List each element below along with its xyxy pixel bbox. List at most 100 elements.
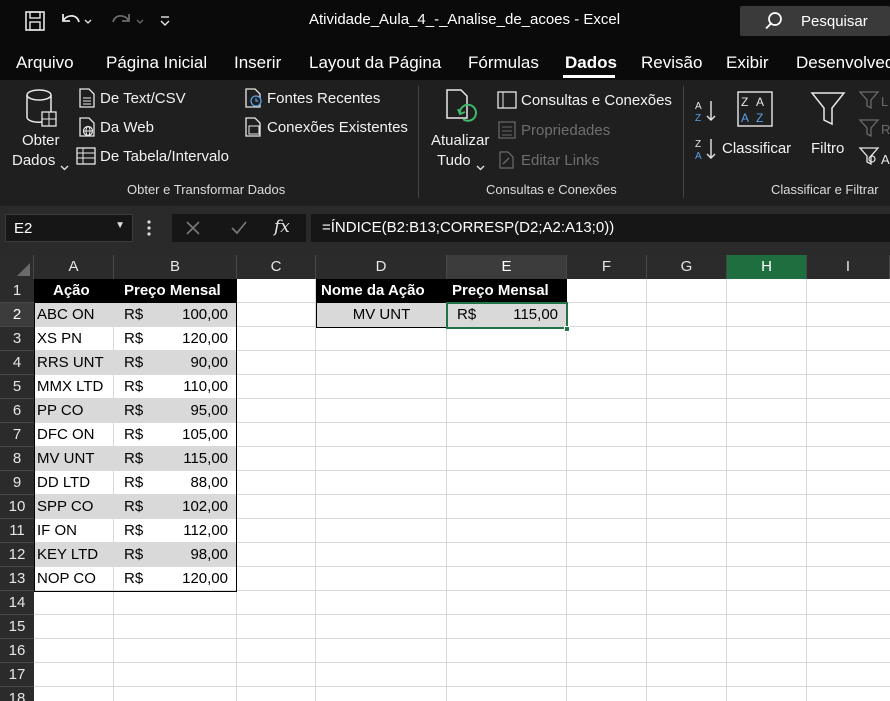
from-web-button[interactable]: Da Web <box>78 117 238 139</box>
table-icon <box>76 147 96 170</box>
table-cell-preco[interactable]: 100,00 <box>164 303 237 327</box>
header-preco-mensal[interactable]: Preço Mensal <box>114 279 237 303</box>
column-header-b[interactable]: B <box>114 255 237 279</box>
column-header-a[interactable]: A <box>34 255 114 279</box>
row-header-18[interactable]: 18 <box>0 687 34 701</box>
insert-function-icon[interactable]: fx <box>274 217 290 237</box>
column-header-g[interactable]: G <box>647 255 727 279</box>
table-cell-acao[interactable]: XS PN <box>34 327 114 351</box>
column-header-c[interactable]: C <box>237 255 316 279</box>
table-cell-preco[interactable]: 102,00 <box>164 495 237 519</box>
row-header-2[interactable]: 2 <box>0 303 34 327</box>
svg-text:A: A <box>695 151 702 162</box>
table-cell-acao[interactable]: MV UNT <box>34 447 114 471</box>
table-cell-preco[interactable]: 90,00 <box>164 351 237 375</box>
filter-button[interactable]: Filtro <box>806 88 854 168</box>
row-header-4[interactable]: 4 <box>0 351 34 375</box>
row-header-10[interactable]: 10 <box>0 495 34 519</box>
row-header-17[interactable]: 17 <box>0 663 34 687</box>
formula-input[interactable]: =ÍNDICE(B2:B13;CORRESP(D2;A2:A13;0)) <box>311 214 890 242</box>
header-acao[interactable]: Ação <box>34 279 114 303</box>
customize-qat-icon[interactable] <box>156 8 174 34</box>
get-data-button[interactable]: Obter Dados <box>8 86 72 178</box>
name-box[interactable]: E2 ▼ <box>5 214 133 242</box>
select-all-corner[interactable] <box>0 255 34 279</box>
cancel-icon[interactable] <box>185 220 201 241</box>
table-cell-acao[interactable]: DFC ON <box>34 423 114 447</box>
tab-dados[interactable]: Dados <box>565 53 617 73</box>
table-cell-acao[interactable]: DD LTD <box>34 471 114 495</box>
row-header-16[interactable]: 16 <box>0 639 34 663</box>
enter-icon[interactable] <box>230 220 248 241</box>
table-cell-preco[interactable]: 110,00 <box>164 375 237 399</box>
table-cell-preco[interactable]: 112,00 <box>164 519 237 543</box>
tab-desenvolvedor[interactable]: Desenvolved <box>796 53 890 73</box>
redo-icon[interactable] <box>106 8 146 34</box>
sort-button[interactable]: ZAAZ Classificar <box>720 88 792 168</box>
table-cell-acao[interactable]: IF ON <box>34 519 114 543</box>
row-header-1[interactable]: 1 <box>0 279 34 303</box>
fill-handle[interactable] <box>564 326 570 332</box>
row-header-6[interactable]: 6 <box>0 399 34 423</box>
tab-pagina-inicial[interactable]: Página Inicial <box>106 53 207 73</box>
table-cell-acao[interactable]: ABC ON <box>34 303 114 327</box>
existing-connections-button[interactable]: Conexões Existentes <box>244 117 414 139</box>
row-header-9[interactable]: 9 <box>0 471 34 495</box>
row-header-12[interactable]: 12 <box>0 543 34 567</box>
column-header-i[interactable]: I <box>807 255 890 279</box>
search-box[interactable]: Pesquisar <box>740 6 890 36</box>
table-cell-preco[interactable]: 115,00 <box>164 447 237 471</box>
from-table-button[interactable]: De Tabela/Intervalo <box>76 146 246 168</box>
queries-connections-button[interactable]: Consultas e Conexões <box>497 90 677 112</box>
column-header-h[interactable]: H <box>727 255 807 279</box>
table-cell-preco[interactable]: 95,00 <box>164 399 237 423</box>
tab-revisao[interactable]: Revisão <box>641 53 702 73</box>
table-cell-preco[interactable]: 88,00 <box>164 471 237 495</box>
text-csv-button[interactable]: De Text/CSV <box>78 88 238 110</box>
refresh-all-button[interactable]: Atualizar Tudo <box>426 86 496 178</box>
clear-filter-icon[interactable]: LRA <box>858 88 890 173</box>
sort-ascending-icon[interactable]: AZ <box>694 98 718 129</box>
active-tab-indicator <box>563 75 615 78</box>
header-preco-mensal-2[interactable]: Preço Mensal <box>447 279 567 303</box>
cell-d2-nome-da-acao[interactable]: MV UNT <box>316 303 447 327</box>
header-nome-da-acao[interactable]: Nome da Ação <box>316 279 447 303</box>
edit-links-button[interactable]: Editar Links <box>497 150 637 172</box>
queries-connections-icon <box>497 91 517 114</box>
tab-arquivo[interactable]: Arquivo <box>16 53 74 73</box>
row-header-14[interactable]: 14 <box>0 591 34 615</box>
row-header-3[interactable]: 3 <box>0 327 34 351</box>
tab-exibir[interactable]: Exibir <box>726 53 769 73</box>
row-header-11[interactable]: 11 <box>0 519 34 543</box>
active-cell-e2[interactable] <box>446 302 568 329</box>
undo-icon[interactable] <box>58 8 94 34</box>
table-cell-acao[interactable]: SPP CO <box>34 495 114 519</box>
table-cell-acao[interactable]: KEY LTD <box>34 543 114 567</box>
row-header-7[interactable]: 7 <box>0 423 34 447</box>
table-cell-acao[interactable]: NOP CO <box>34 567 114 591</box>
row-header-15[interactable]: 15 <box>0 615 34 639</box>
table-cell-acao[interactable]: MMX LTD <box>34 375 114 399</box>
properties-button[interactable]: Propriedades <box>497 120 637 142</box>
table-cell-acao[interactable]: RRS UNT <box>34 351 114 375</box>
column-header-f[interactable]: F <box>567 255 647 279</box>
column-header-e[interactable]: E <box>447 255 567 279</box>
column-header-d[interactable]: D <box>316 255 447 279</box>
table-cell-preco[interactable]: 105,00 <box>164 423 237 447</box>
table-cell-preco[interactable]: 120,00 <box>164 567 237 591</box>
tab-inserir[interactable]: Inserir <box>234 53 281 73</box>
table-cell-preco[interactable]: 120,00 <box>164 327 237 351</box>
sort-descending-icon[interactable]: ZA <box>694 136 718 167</box>
more-options-icon[interactable] <box>146 219 152 242</box>
save-icon[interactable] <box>22 8 48 34</box>
chevron-down-icon[interactable]: ▼ <box>115 220 125 231</box>
recent-sources-button[interactable]: Fontes Recentes <box>244 88 384 110</box>
row-header-13[interactable]: 13 <box>0 567 34 591</box>
row-header-8[interactable]: 8 <box>0 447 34 471</box>
tab-layout-da-pagina[interactable]: Layout da Página <box>309 53 441 73</box>
table-cell-preco[interactable]: 98,00 <box>164 543 237 567</box>
tab-formulas[interactable]: Fórmulas <box>468 53 539 73</box>
row-header-5[interactable]: 5 <box>0 375 34 399</box>
formula-buttons: fx <box>172 214 306 242</box>
table-cell-acao[interactable]: PP CO <box>34 399 114 423</box>
